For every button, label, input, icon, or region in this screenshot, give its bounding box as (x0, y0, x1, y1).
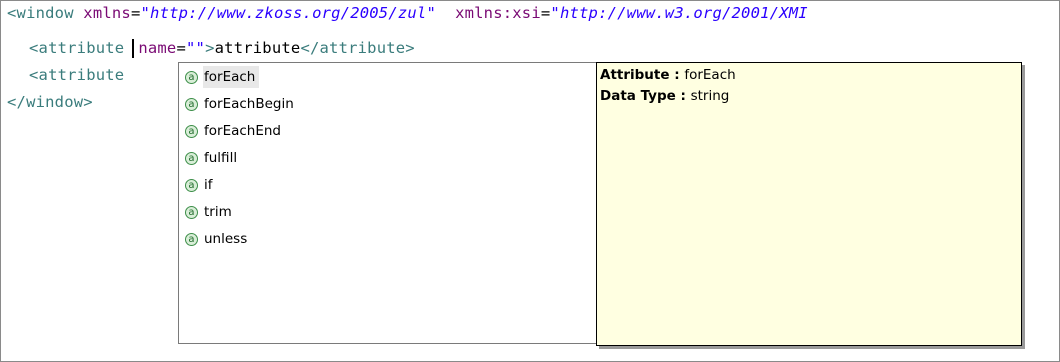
name-attribute-name: name (138, 39, 177, 57)
proposal-label: if (204, 177, 213, 193)
proposal-item-if[interactable]: a if (185, 174, 217, 196)
attribute-icon: a (185, 70, 198, 84)
equals-sign: = (540, 4, 551, 22)
attribute-close-tag: </attribute> (300, 39, 415, 57)
content-assist-proposal-list[interactable]: a forEach a forEachBegin a forEachEnd a fulfill… (178, 62, 598, 344)
name-attribute-value: "" (186, 39, 206, 57)
xmlns-xsi-attribute-value: "http://www.w3.org/2001/XMI (550, 4, 808, 22)
proposal-label: trim (204, 204, 232, 220)
xmlns-attribute-name: xmlns (83, 4, 131, 22)
attribute-icon: a (185, 205, 198, 219)
proposal-label: forEach (203, 66, 260, 88)
code-line-3[interactable]: <attribute (29, 64, 124, 86)
attribute-open-tag: <attribute (29, 39, 125, 57)
code-line-4[interactable]: </window> (7, 91, 93, 113)
attribute-icon: a (185, 151, 198, 165)
info-datatype-value: string (690, 88, 730, 104)
code-line-1[interactable]: <window xmlns="http://www.zkoss.org/2005… (7, 2, 808, 24)
proposal-item-fulfill[interactable]: a fulfill (185, 147, 241, 169)
info-datatype-row: Data Type : string (600, 86, 729, 106)
attribute-icon: a (185, 97, 198, 111)
proposal-item-unless[interactable]: a unless (185, 228, 251, 250)
attribute-icon: a (185, 124, 198, 138)
xmlns-xsi-attribute-name: xmlns:xsi (455, 4, 541, 22)
proposal-label: forEachBegin (204, 96, 294, 112)
window-open-tag: <window (7, 4, 74, 22)
proposal-item-foreach[interactable]: a forEach (185, 66, 260, 88)
proposal-item-foreachend[interactable]: a forEachEnd (185, 120, 285, 142)
proposal-item-trim[interactable]: a trim (185, 201, 236, 223)
attribute-open-tag: <attribute (29, 66, 125, 84)
code-line-2[interactable]: <attribute name="">attribute</attribute> (29, 37, 415, 59)
proposal-info-popup: Attribute : forEach Data Type : string (596, 62, 1022, 346)
equals-sign: = (130, 4, 141, 22)
text-caret (132, 39, 135, 58)
attribute-icon: a (185, 178, 198, 192)
info-datatype-label: Data Type : (600, 88, 691, 104)
proposal-label: unless (204, 231, 248, 247)
proposal-label: forEachEnd (204, 123, 281, 139)
proposal-item-foreachbegin[interactable]: a forEachBegin (185, 93, 298, 115)
attribute-icon: a (185, 232, 198, 246)
proposal-label: fulfill (204, 150, 238, 166)
element-text: attribute (214, 39, 301, 57)
tag-close-bracket: > (205, 39, 215, 57)
info-attribute-value: forEach (684, 67, 736, 83)
info-attribute-label: Attribute : (600, 67, 685, 83)
window-close-tag: </window> (7, 93, 93, 111)
equals-sign: = (176, 39, 187, 57)
info-attribute-row: Attribute : forEach (600, 65, 736, 85)
xmlns-attribute-value: "http://www.zkoss.org/2005/zul" (140, 4, 436, 22)
